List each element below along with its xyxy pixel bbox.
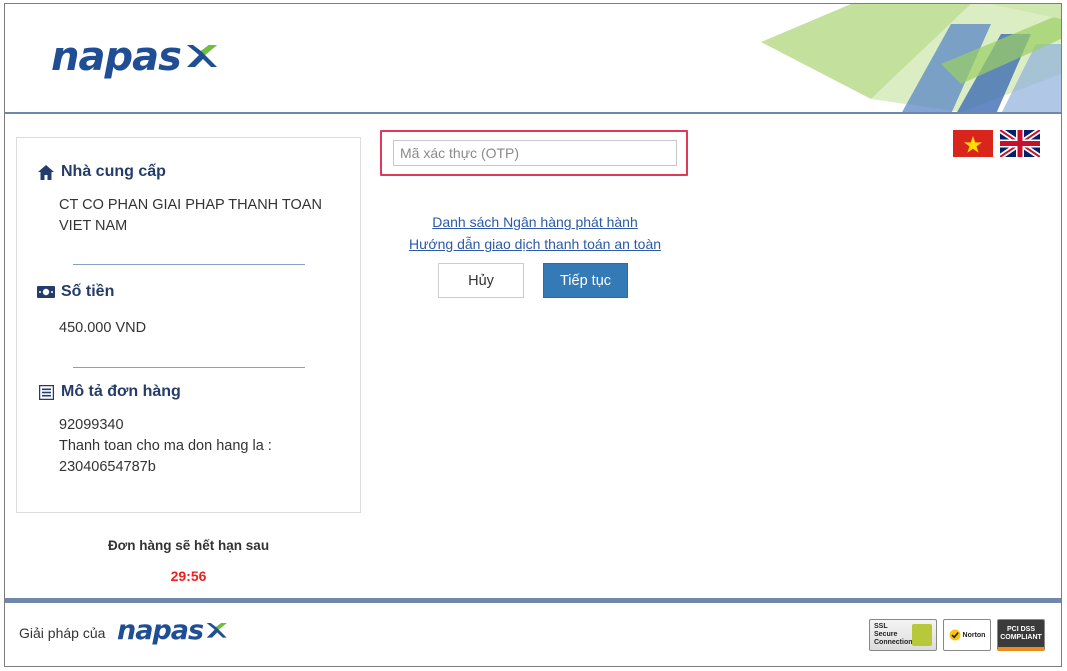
footer-logo-text: napas [117, 615, 204, 646]
footer-napas-logo: napas [117, 615, 228, 646]
safe-payment-guide-link[interactable]: Hướng dẫn giao dịch thanh toán an toàn [375, 233, 695, 255]
vietnamese-flag-icon[interactable] [953, 130, 993, 157]
napas-star-icon [186, 45, 217, 67]
expiry-timer: 29:56 [170, 568, 207, 584]
continue-button[interactable]: Tiếp tục [543, 263, 628, 298]
provider-heading: Nhà cung cấp [37, 163, 166, 181]
ssl-badge-text: SSL Secure Connection [874, 623, 913, 646]
home-icon [37, 164, 55, 180]
divider [73, 264, 305, 265]
pci-badge: PCI DSS COMPLIANT [997, 619, 1045, 651]
list-icon [37, 384, 55, 400]
provider-name: CT CO PHAN GIAI PHAP THANH TOAN VIET NAM [59, 197, 322, 234]
header-divider [5, 112, 1061, 114]
order-heading: Mô tả đơn hàng [37, 383, 181, 401]
pci-badge-text: PCI DSS COMPLIANT [1000, 625, 1042, 641]
otp-input[interactable] [393, 140, 677, 166]
ssl-badge: SSL Secure Connection [869, 619, 937, 651]
amount-heading: Số tiền [37, 283, 114, 301]
norton-badge-text: Norton [962, 631, 986, 639]
security-badges: SSL Secure Connection Norton PCI DSS COM… [869, 619, 1045, 651]
expiry-label: Đơn hàng sẽ hết hạn sau [107, 538, 270, 553]
money-icon [37, 284, 55, 300]
amount-title: Số tiền [61, 283, 115, 300]
order-title: Mô tả đơn hàng [61, 383, 181, 400]
header: napas [5, 4, 1061, 114]
amount-value: 450.000 VND [59, 320, 147, 336]
order-info-panel: Nhà cung cấp CT CO PHAN GIAI PHAP THANH … [16, 137, 361, 513]
help-links: Danh sách Ngân hàng phát hành Hướng dẫn … [375, 211, 695, 255]
cancel-button[interactable]: Hủy [438, 263, 524, 298]
lock-icon [912, 624, 932, 646]
order-description: Thanh toan cho ma don hang la : 23040654… [59, 438, 272, 475]
divider [73, 367, 305, 368]
logo-text: napas [51, 34, 182, 80]
norton-badge: Norton [943, 619, 991, 651]
header-decoration [761, 4, 1061, 114]
order-id: 92099340 [59, 417, 124, 433]
issuing-banks-link[interactable]: Danh sách Ngân hàng phát hành [375, 211, 695, 233]
provider-title: Nhà cung cấp [61, 163, 166, 180]
english-flag-icon[interactable] [1000, 130, 1040, 157]
napas-star-icon [206, 622, 227, 638]
page-frame: napas Nhà cung cấp CT CO PHAN GIAI PHAP … [4, 3, 1062, 667]
otp-field-highlight [380, 130, 688, 176]
footer: Giải pháp của napas SSL Secure Connectio… [5, 603, 1061, 666]
napas-logo: napas [51, 34, 219, 80]
checkmark-icon [949, 629, 961, 641]
footer-text: Giải pháp của [19, 625, 106, 641]
